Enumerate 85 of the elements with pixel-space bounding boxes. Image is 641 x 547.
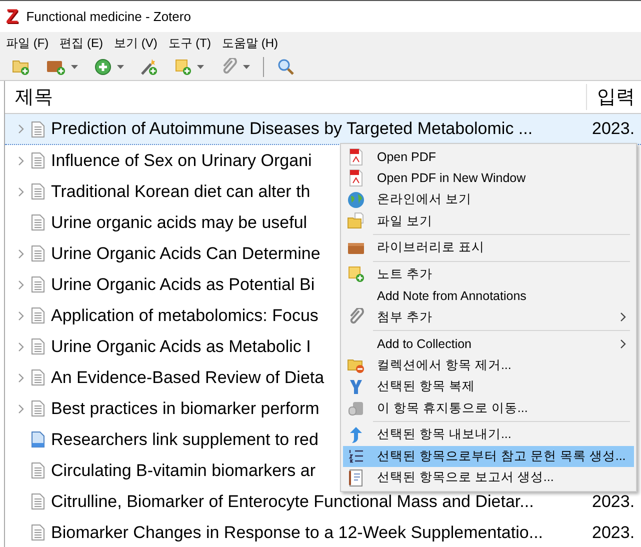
- note-plus-icon: [174, 58, 192, 76]
- dropdown-caret-icon: [117, 65, 124, 69]
- column-header[interactable]: 제목: [5, 84, 586, 110]
- pdf-icon: [347, 148, 365, 166]
- document-icon: [31, 276, 45, 293]
- context-menu-item[interactable]: 노트 추가: [343, 264, 634, 285]
- item-title: Application of metabolomics: Focus: [51, 306, 318, 324]
- context-menu-item[interactable]: 라이브러리로 표시: [343, 237, 634, 258]
- context-menu-item[interactable]: 선택된 항목으로부터 참고 문헌 목록 생성...: [343, 446, 634, 467]
- item-title: Biomarker Changes in Response to a 12-Week Supplementatio...: [51, 522, 544, 542]
- pdf-icon: [347, 169, 365, 188]
- document-icon: [31, 369, 45, 386]
- item-row[interactable]: Citrulline, Biomarker of Enterocyte Functional Mass and Dietar... 2023.: [5, 486, 641, 517]
- expand-chevron-icon[interactable]: [18, 248, 24, 258]
- document-icon: [31, 214, 45, 231]
- dropdown-caret-icon: [197, 65, 204, 69]
- expand-chevron-icon[interactable]: [18, 156, 24, 166]
- expand-chevron-icon[interactable]: [18, 186, 24, 196]
- menu-item[interactable]: 도구 (T): [168, 34, 211, 52]
- search-icon: [277, 58, 295, 76]
- item-title: Prediction of Autoimmune Diseases by Targeted Metabolomic ...: [51, 119, 533, 138]
- context-menu-item[interactable]: 선택된 항목으로 보고서 생성...: [343, 467, 634, 488]
- item-title: Influence of Sex on Urinary Organi: [51, 150, 312, 170]
- numbered-list-icon: [347, 447, 365, 466]
- app-logo: Z: [6, 6, 18, 26]
- context-menu-item[interactable]: 컬렉션에서 항목 제거...: [343, 354, 634, 376]
- expand-chevron-icon[interactable]: [18, 124, 24, 134]
- item-title: Circulating B-vitamin biomarkers ar: [51, 460, 316, 480]
- expand-chevron-icon[interactable]: [18, 280, 24, 290]
- item-date: 2023.: [592, 119, 635, 138]
- document-icon: [31, 462, 45, 479]
- report-icon: [347, 468, 365, 487]
- folder-icon: [347, 212, 365, 230]
- webpage-icon: [31, 431, 45, 448]
- document-icon: [31, 493, 45, 510]
- expand-chevron-icon[interactable]: [18, 310, 24, 320]
- item-title: Urine Organic Acids as Potential Bi: [51, 274, 315, 294]
- item-date: 2023.: [592, 492, 635, 510]
- menu-item[interactable]: 편집 (E): [60, 34, 103, 52]
- item-date: 2023.: [592, 522, 635, 542]
- context-menu-item[interactable]: Add to Collection: [343, 333, 634, 354]
- dropdown-caret-icon: [71, 65, 78, 69]
- menu-item[interactable]: 도움말 (H): [222, 34, 278, 52]
- context-menu-item[interactable]: Add Note from Annotations: [343, 285, 634, 306]
- context-menu-item[interactable]: 선택된 항목 복제: [343, 376, 634, 398]
- item-title: Urine organic acids may be useful: [51, 212, 308, 232]
- document-icon: [31, 183, 45, 200]
- box-plus-icon: [46, 58, 66, 76]
- fork-icon: [347, 378, 365, 396]
- document-icon: [31, 152, 45, 169]
- wand-plus-icon: [140, 58, 158, 76]
- context-menu-item[interactable]: Open PDF in New Window: [343, 168, 634, 189]
- context-menu-item[interactable]: 온라인에서 보기: [343, 189, 634, 210]
- document-icon: [31, 245, 45, 262]
- context-menu-item[interactable]: 파일 보기: [343, 210, 634, 232]
- item-title: Traditional Korean diet can alter th: [51, 182, 310, 200]
- context-menu-item[interactable]: 첨부 추가: [343, 306, 634, 328]
- document-icon: [31, 400, 45, 417]
- item-row[interactable]: Biomarker Changes in Response to a 12-Week Supplementatio... 2023.: [5, 517, 641, 547]
- context-menu-item[interactable]: 선택된 항목 내보내기...: [343, 424, 634, 446]
- item-title: Urine Organic Acids as Metabolic I: [51, 336, 311, 356]
- document-icon: [31, 307, 45, 324]
- expand-chevron-icon[interactable]: [18, 342, 24, 352]
- context-menu-item[interactable]: Open PDF: [343, 146, 634, 168]
- note-add-icon: [347, 265, 365, 284]
- menu-item[interactable]: 보기 (V): [114, 34, 158, 52]
- plus-circle-icon: [94, 58, 112, 76]
- item-title: Researchers link supplement to red: [51, 430, 318, 448]
- item-row[interactable]: Prediction of Autoimmune Diseases by Targeted Metabolomic ... 2023.: [5, 114, 641, 145]
- item-title: Best practices in biomarker perform: [51, 398, 320, 418]
- folder-plus-icon: [12, 58, 30, 76]
- window-title: Functional medicine - Zotero: [26, 9, 191, 24]
- document-icon: [31, 524, 45, 541]
- globe-icon: [347, 190, 365, 209]
- item-title: Citrulline, Biomarker of Enterocyte Functional Mass and Dietar...: [51, 492, 534, 510]
- dropdown-caret-icon: [243, 65, 250, 69]
- document-icon: [31, 338, 45, 355]
- item-title: Urine Organic Acids Can Determine: [51, 244, 320, 262]
- column-header[interactable]: 입력: [586, 84, 641, 110]
- document-icon: [31, 120, 45, 138]
- context-menu-item[interactable]: 이 항목 휴지통으로 이동...: [343, 398, 634, 419]
- item-title: An Evidence-Based Review of Dieta: [51, 368, 324, 386]
- expand-chevron-icon[interactable]: [18, 372, 24, 382]
- expand-chevron-icon[interactable]: [18, 404, 24, 414]
- menu-item[interactable]: 파일 (F): [6, 34, 49, 52]
